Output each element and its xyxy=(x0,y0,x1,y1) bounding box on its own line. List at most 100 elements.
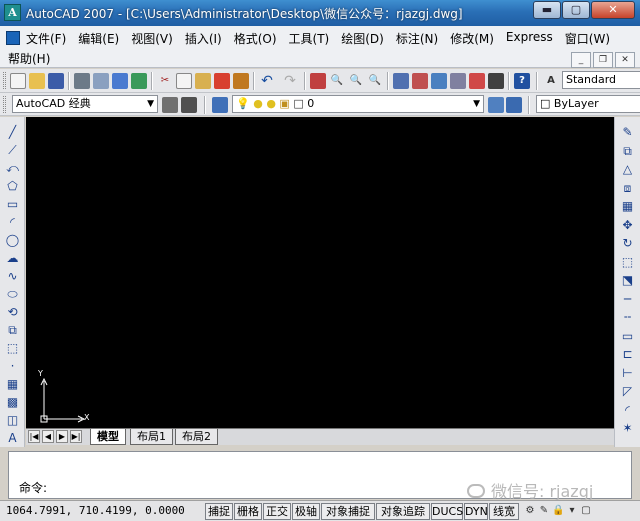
cut-icon[interactable]: ✂ xyxy=(157,73,173,89)
plot-icon[interactable] xyxy=(74,73,90,89)
color-control-select[interactable]: □ ByLayer xyxy=(536,95,640,113)
modify-tool-icon[interactable]: ◜ xyxy=(620,403,635,417)
make-object-layer-current-icon[interactable] xyxy=(488,97,504,113)
draw-tool-icon[interactable]: ⟲ xyxy=(5,305,20,319)
draw-tool-icon[interactable]: ⬚ xyxy=(5,341,20,355)
modify-tool-icon[interactable]: ✶ xyxy=(620,421,635,435)
status-toggle-button[interactable]: 捕捉 xyxy=(205,503,233,520)
menu-item-9[interactable]: Express xyxy=(506,30,553,47)
last-tab-button[interactable]: ▶| xyxy=(70,430,82,443)
first-tab-button[interactable]: |◀ xyxy=(28,430,40,443)
design-center-icon[interactable] xyxy=(412,73,428,89)
draw-tool-icon[interactable]: ⤺ xyxy=(5,161,20,175)
menu-item-6[interactable]: 绘图(D) xyxy=(341,30,384,47)
status-toggle-button[interactable]: 对象捕捉 xyxy=(321,503,375,520)
save-icon[interactable] xyxy=(48,73,64,89)
help-icon[interactable]: ? xyxy=(514,73,530,89)
redo-icon[interactable]: ↷ xyxy=(282,73,298,89)
status-toggle-button[interactable]: 极轴 xyxy=(292,503,320,520)
close-button[interactable]: ✕ xyxy=(591,1,635,19)
layer-previous-icon[interactable] xyxy=(506,97,522,113)
menu-help[interactable]: 帮助(H) xyxy=(8,50,50,67)
draw-tool-icon[interactable]: A xyxy=(5,431,20,445)
status-tray-icon[interactable]: ✎ xyxy=(538,505,550,517)
menu-item-2[interactable]: 视图(V) xyxy=(131,30,173,47)
modify-tool-icon[interactable]: ⧉ xyxy=(620,144,635,158)
menu-item-3[interactable]: 插入(I) xyxy=(185,30,222,47)
next-tab-button[interactable]: ▶ xyxy=(56,430,68,443)
properties-icon[interactable] xyxy=(393,73,409,89)
status-toggle-button[interactable]: 对象追踪 xyxy=(376,503,430,520)
tab-layout2[interactable]: 布局2 xyxy=(175,429,218,445)
tab-model[interactable]: 模型 xyxy=(90,429,126,445)
modify-tool-icon[interactable]: △ xyxy=(620,162,635,176)
draw-tool-icon[interactable]: ╱ xyxy=(5,125,20,139)
text-style-icon[interactable]: A xyxy=(543,73,559,89)
modify-tool-icon[interactable]: ⬚ xyxy=(620,255,635,269)
draw-tool-icon[interactable]: ▦ xyxy=(5,377,20,391)
modify-tool-icon[interactable]: ╌ xyxy=(620,310,635,324)
modify-tool-icon[interactable]: ▦ xyxy=(620,199,635,213)
modify-tool-icon[interactable]: ✎ xyxy=(620,125,635,139)
document-icon[interactable] xyxy=(6,31,20,45)
markup-icon[interactable] xyxy=(469,73,485,89)
draw-tool-icon[interactable]: · xyxy=(5,359,20,373)
toolbar-grip[interactable] xyxy=(3,96,6,113)
maximize-button[interactable]: ▢ xyxy=(562,1,590,19)
command-window[interactable]: 命令: 微信号: rjazgj xyxy=(8,451,632,501)
workspace-settings-icon[interactable] xyxy=(162,97,178,113)
status-tray-icon[interactable]: ▾ xyxy=(566,505,578,517)
draw-tool-icon[interactable]: ⧉ xyxy=(5,323,20,337)
menu-item-0[interactable]: 文件(F) xyxy=(26,30,66,47)
modify-tool-icon[interactable]: ↻ xyxy=(620,236,635,250)
modify-tool-icon[interactable]: ✥ xyxy=(620,218,635,232)
modify-tool-icon[interactable]: ◸ xyxy=(620,384,635,398)
draw-tool-icon[interactable]: ⬭ xyxy=(5,287,20,301)
modify-tool-icon[interactable]: ─ xyxy=(620,292,635,306)
status-toggle-button[interactable]: DUCS xyxy=(431,503,463,520)
modify-tool-icon[interactable]: ▭ xyxy=(620,329,635,343)
zoom-previous-icon[interactable]: 🔍 xyxy=(367,73,383,89)
block-editor-icon[interactable] xyxy=(233,73,249,89)
menu-item-5[interactable]: 工具(T) xyxy=(289,30,330,47)
status-toggle-button[interactable]: DYN xyxy=(464,503,488,520)
modify-tool-icon[interactable]: ⧈ xyxy=(620,181,635,195)
layer-select[interactable]: 💡 ● ● ▣ □ 0 ▼ xyxy=(232,95,484,113)
draw-tool-icon[interactable]: ⬠ xyxy=(5,179,20,193)
draw-tool-icon[interactable]: ☁ xyxy=(5,251,20,265)
prev-tab-button[interactable]: ◀ xyxy=(42,430,54,443)
tab-layout1[interactable]: 布局1 xyxy=(130,429,173,445)
status-tray-icon[interactable]: 🔒 xyxy=(552,505,564,517)
calculator-icon[interactable] xyxy=(488,73,504,89)
status-toggle-button[interactable]: 栅格 xyxy=(234,503,262,520)
menu-item-10[interactable]: 窗口(W) xyxy=(565,30,610,47)
zoom-realtime-icon[interactable]: 🔍 xyxy=(329,73,345,89)
etransmit-icon[interactable] xyxy=(131,73,147,89)
tool-palettes-icon[interactable] xyxy=(431,73,447,89)
menu-item-8[interactable]: 修改(M) xyxy=(450,30,494,47)
status-tray-icon[interactable]: ⚙ xyxy=(524,505,536,517)
sheet-set-icon[interactable] xyxy=(450,73,466,89)
menu-item-1[interactable]: 编辑(E) xyxy=(78,30,119,47)
toolbar-grip[interactable] xyxy=(3,72,6,89)
coordinate-readout[interactable]: 1064.7991, 710.4199, 0.0000 xyxy=(6,504,185,517)
paste-icon[interactable] xyxy=(195,73,211,89)
plot-preview-icon[interactable] xyxy=(93,73,109,89)
doc-restore-button[interactable]: ❐ xyxy=(593,52,613,68)
draw-tool-icon[interactable]: ▭ xyxy=(5,197,20,211)
doc-close-button[interactable]: ✕ xyxy=(615,52,635,68)
draw-tool-icon[interactable]: ◜ xyxy=(5,215,20,229)
minimize-button[interactable]: ▬ xyxy=(533,1,561,19)
doc-minimize-button[interactable]: _ xyxy=(571,52,591,68)
modify-tool-icon[interactable]: ⊏ xyxy=(620,347,635,361)
draw-tool-icon[interactable]: ∿ xyxy=(5,269,20,283)
modify-tool-icon[interactable]: ⬔ xyxy=(620,273,635,287)
copy-icon[interactable] xyxy=(176,73,192,89)
zoom-window-icon[interactable]: 🔍 xyxy=(348,73,364,89)
status-tray-icon[interactable]: ▢ xyxy=(580,505,592,517)
menu-item-4[interactable]: 格式(O) xyxy=(234,30,277,47)
match-properties-icon[interactable] xyxy=(214,73,230,89)
undo-icon[interactable]: ↶ xyxy=(259,73,275,89)
status-toggle-button[interactable]: 正交 xyxy=(263,503,291,520)
save-workspace-icon[interactable] xyxy=(181,97,197,113)
